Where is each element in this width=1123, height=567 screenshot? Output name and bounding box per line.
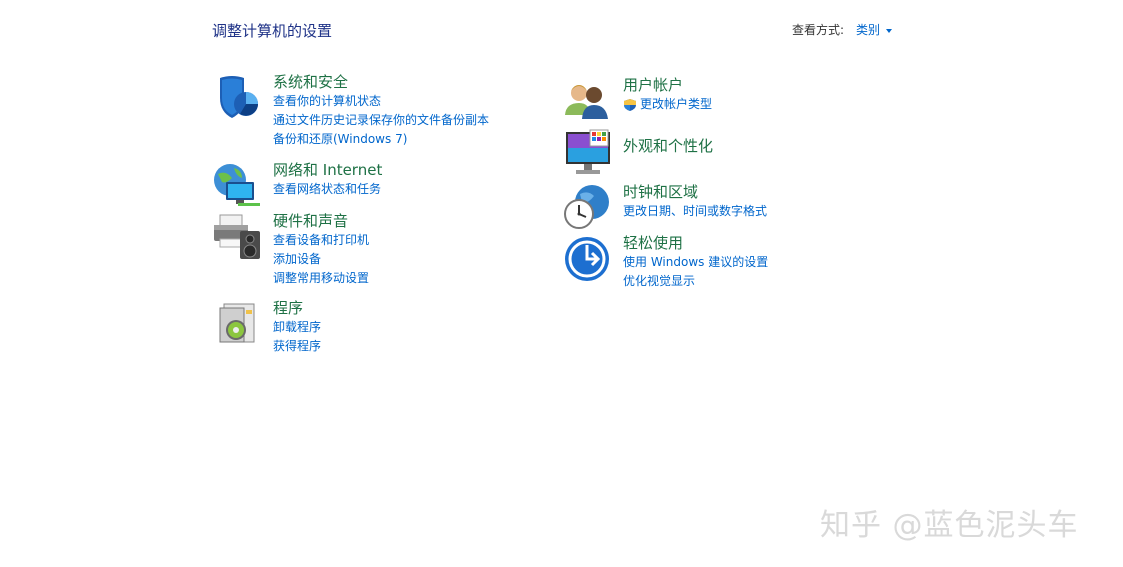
category-text: 程序 卸载程序 获得程序: [273, 298, 321, 356]
category-text: 系统和安全 查看你的计算机状态 通过文件历史记录保存你的文件备份副本 备份和还原…: [273, 72, 489, 149]
link-view-network-status[interactable]: 查看网络状态和任务: [273, 180, 382, 199]
category-title-programs[interactable]: 程序: [273, 298, 321, 318]
view-by-control: 查看方式: 类别: [792, 21, 893, 38]
link-windows-recommended-settings[interactable]: 使用 Windows 建议的设置: [623, 253, 768, 272]
monitor-palette-icon[interactable]: [562, 128, 612, 178]
view-by-label: 查看方式:: [792, 23, 845, 37]
link-get-programs[interactable]: 获得程序: [273, 337, 321, 356]
category-title-hardware-sound[interactable]: 硬件和声音: [273, 211, 369, 231]
category-ease-of-access: 轻松使用 使用 Windows 建议的设置 优化视觉显示: [562, 233, 882, 293]
chevron-down-icon[interactable]: [886, 28, 893, 33]
link-optimize-visual-display[interactable]: 优化视觉显示: [623, 272, 768, 291]
category-text: 用户帐户 更改帐户类型: [623, 75, 712, 114]
category-title-user-accounts[interactable]: 用户帐户: [623, 75, 712, 95]
link-change-date-time-format[interactable]: 更改日期、时间或数字格式: [623, 202, 767, 221]
page-title: 调整计算机的设置: [212, 22, 333, 40]
programs-disc-icon[interactable]: [212, 298, 262, 348]
category-title-ease-of-access[interactable]: 轻松使用: [623, 233, 768, 253]
link-change-account-type-label[interactable]: 更改帐户类型: [640, 95, 712, 114]
shield-icon[interactable]: [212, 72, 262, 122]
category-user-accounts: 用户帐户 更改帐户类型: [562, 75, 882, 119]
users-icon[interactable]: [562, 75, 612, 125]
watermark: 知乎 @蓝色泥头车: [820, 508, 1079, 543]
link-devices-printers[interactable]: 查看设备和打印机: [273, 231, 369, 250]
clock-globe-icon[interactable]: [562, 182, 612, 232]
category-text: 硬件和声音 查看设备和打印机 添加设备 调整常用移动设置: [273, 211, 369, 288]
category-appearance-personalization: 外观和个性化: [562, 128, 882, 178]
category-hardware-sound: 硬件和声音 查看设备和打印机 添加设备 调整常用移动设置: [212, 211, 532, 291]
category-text: 外观和个性化: [623, 136, 713, 156]
link-change-account-type[interactable]: 更改帐户类型: [623, 95, 712, 114]
link-backup-restore[interactable]: 备份和还原(Windows 7): [273, 130, 489, 149]
uac-shield-icon: [624, 98, 636, 111]
category-text: 时钟和区域 更改日期、时间或数字格式: [623, 182, 767, 221]
category-programs: 程序 卸载程序 获得程序: [212, 298, 532, 358]
category-title-clock-region[interactable]: 时钟和区域: [623, 182, 767, 202]
view-by-dropdown[interactable]: 类别: [856, 21, 880, 38]
category-text: 网络和 Internet 查看网络状态和任务: [273, 160, 382, 199]
link-file-history-backup[interactable]: 通过文件历史记录保存你的文件备份副本: [273, 111, 489, 130]
category-title-system-security[interactable]: 系统和安全: [273, 72, 489, 92]
printer-speaker-icon[interactable]: [212, 211, 262, 261]
category-text: 轻松使用 使用 Windows 建议的设置 优化视觉显示: [623, 233, 768, 291]
category-clock-region: 时钟和区域 更改日期、时间或数字格式: [562, 182, 882, 230]
view-by-value[interactable]: 类别: [856, 23, 880, 37]
link-view-computer-status[interactable]: 查看你的计算机状态: [273, 92, 489, 111]
category-system-security: 系统和安全 查看你的计算机状态 通过文件历史记录保存你的文件备份副本 备份和还原…: [212, 72, 532, 152]
network-globe-icon[interactable]: [212, 160, 262, 210]
control-panel-window: 调整计算机的设置 查看方式: 类别 系统和安全 查看你的计算机状态 通过文件历史…: [0, 0, 1123, 567]
category-title-network-internet[interactable]: 网络和 Internet: [273, 160, 382, 180]
link-uninstall-program[interactable]: 卸载程序: [273, 318, 321, 337]
ease-of-access-icon[interactable]: [562, 233, 612, 283]
category-network-internet: 网络和 Internet 查看网络状态和任务: [212, 160, 532, 206]
link-add-device[interactable]: 添加设备: [273, 250, 369, 269]
category-title-appearance[interactable]: 外观和个性化: [623, 136, 713, 156]
link-mobility-settings[interactable]: 调整常用移动设置: [273, 269, 369, 288]
